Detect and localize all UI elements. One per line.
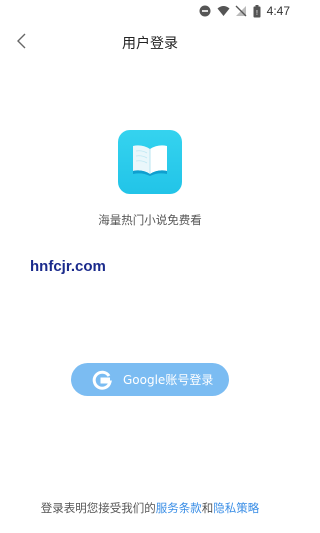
- page-title: 用户登录: [122, 36, 178, 52]
- chevron-left-icon: [16, 33, 28, 53]
- status-time: 4:47: [266, 4, 290, 18]
- terms-of-service-link[interactable]: 服务条款: [156, 501, 202, 515]
- battery-icon: !: [253, 5, 261, 18]
- privacy-policy-link[interactable]: 隐私策略: [213, 501, 259, 515]
- google-login-button[interactable]: Google账号登录: [71, 363, 229, 396]
- google-g-icon: [91, 369, 113, 391]
- no-signal-icon: [235, 5, 247, 17]
- agreement-prefix: 登录表明您接受我们的: [40, 501, 156, 515]
- app-logo: [118, 130, 182, 194]
- open-book-icon: [130, 143, 170, 181]
- back-button[interactable]: [8, 29, 36, 57]
- agreement-conjunction: 和: [201, 501, 214, 515]
- wifi-icon: [217, 5, 230, 17]
- tagline: 海量热门小说免费看: [98, 213, 202, 227]
- do-not-disturb-icon: [199, 5, 211, 17]
- svg-text:!: !: [256, 10, 258, 17]
- status-bar: ! 4:47: [0, 0, 300, 22]
- nav-bar: 用户登录: [0, 24, 300, 62]
- google-login-label: Google账号登录: [123, 373, 214, 387]
- watermark-text: hnfcjr.com: [30, 258, 106, 275]
- agreement-text: 登录表明您接受我们的服务条款和隐私策略: [0, 500, 300, 516]
- login-screen: ! 4:47 用户登录 海量热门小说免费看 hnfcjr.com Google账…: [0, 0, 300, 533]
